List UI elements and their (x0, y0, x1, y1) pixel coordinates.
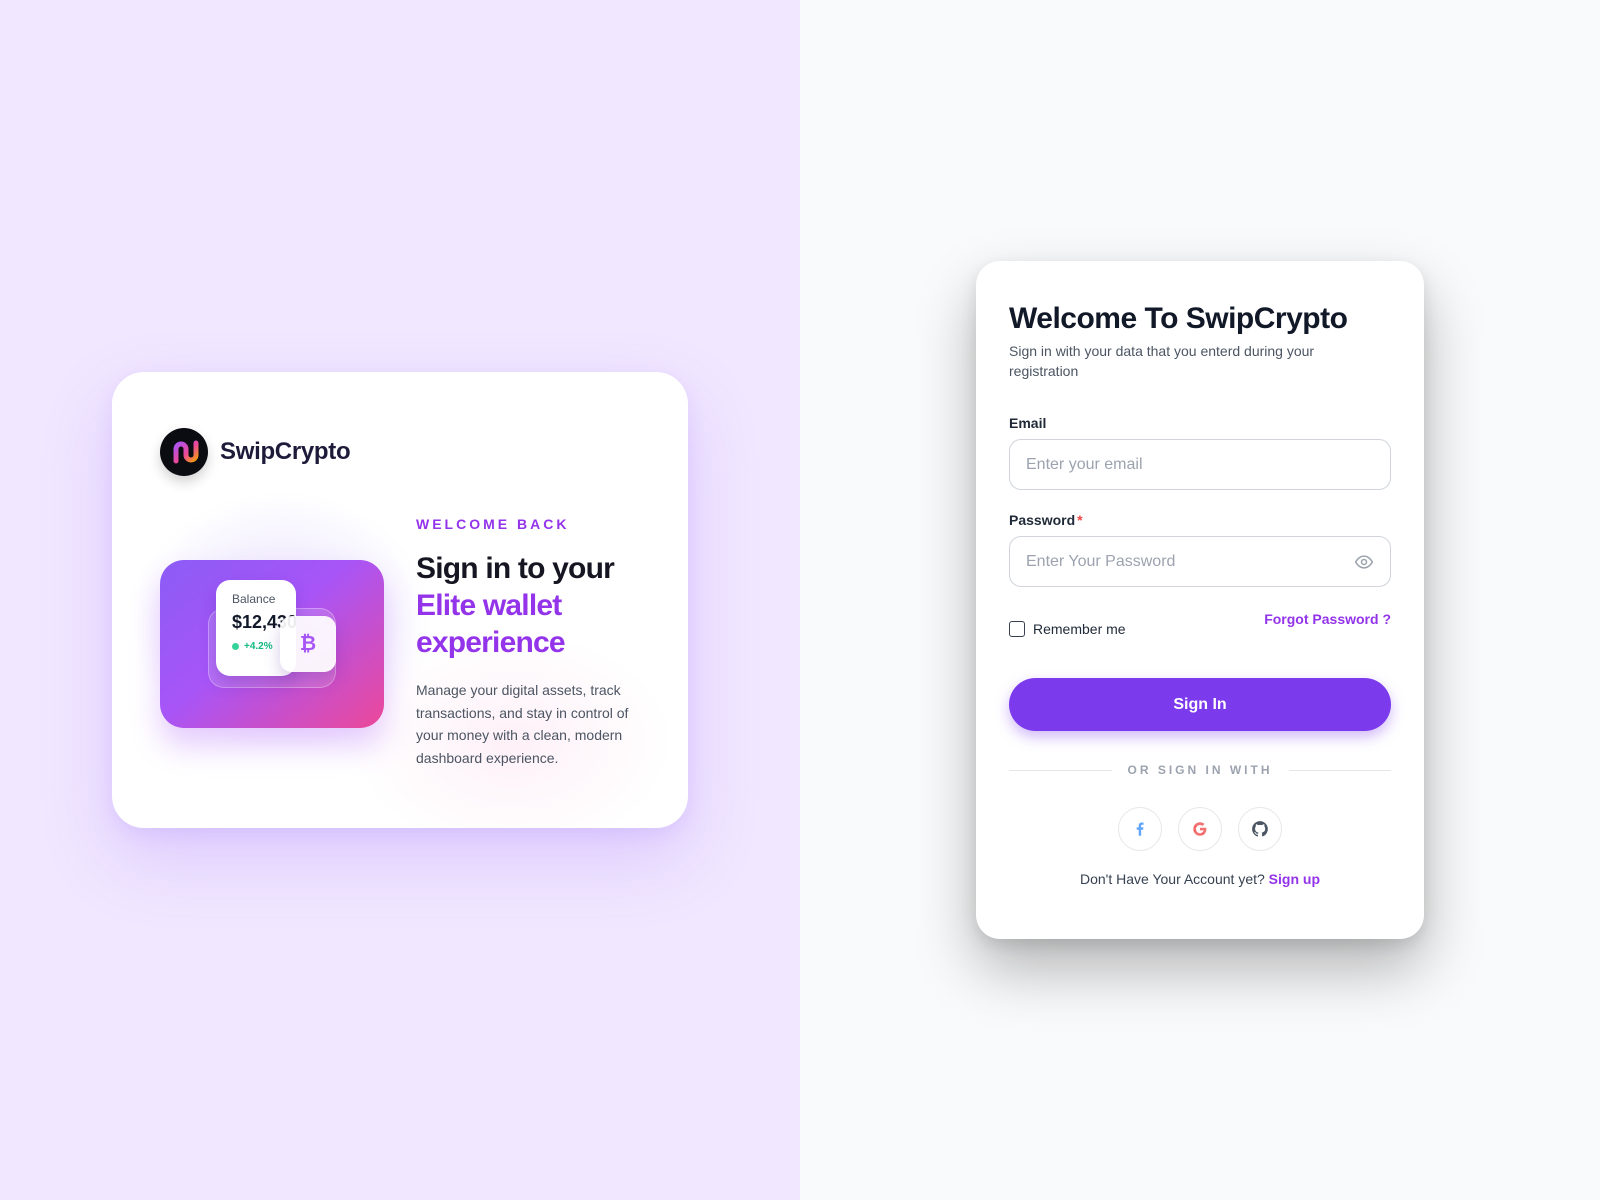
signup-prompt: Don't Have Your Account yet? (1079, 871, 1265, 887)
welcome-kicker: WELCOME BACK (416, 516, 570, 532)
password-placeholder: Enter Your Password (1026, 552, 1176, 570)
wallet-illustration: Balance $12,430 +4.2% ₿ (160, 560, 384, 728)
sign-up-link[interactable]: Sign up (1269, 871, 1320, 887)
brand: SwipCrypto (160, 428, 351, 476)
divider-line (1288, 769, 1391, 771)
facebook-icon (1136, 822, 1144, 836)
balance-change-value: +4.2% (244, 641, 273, 652)
github-button[interactable] (1238, 807, 1282, 851)
eye-icon[interactable] (1354, 552, 1374, 577)
headline-line-2: Elite wallet (416, 589, 562, 622)
remember-me[interactable]: Remember me (1009, 621, 1126, 637)
signin-options: Remember me Forgot Password ? (1009, 611, 1391, 637)
sign-in-button[interactable]: Sign In (1009, 678, 1391, 731)
forgot-password-link[interactable]: Forgot Password ? (1264, 611, 1391, 627)
password-label: Password * (1009, 512, 1391, 528)
google-button[interactable] (1178, 807, 1222, 851)
promo-description: Manage your digital assets, track transa… (416, 682, 629, 766)
email-placeholder: Enter your email (1026, 455, 1143, 473)
signup-row: Don't Have Your Account yet? Sign up (1009, 871, 1391, 887)
brand-name: SwipCrypto (220, 438, 351, 465)
divider-line (1009, 769, 1112, 771)
swipcrypto-logo-icon (160, 428, 208, 476)
github-icon (1252, 821, 1268, 837)
divider-text: OR SIGN IN WITH (1127, 763, 1273, 777)
email-label: Email (1009, 415, 1047, 431)
google-icon (1193, 822, 1207, 836)
social-divider: OR SIGN IN WITH (1009, 763, 1391, 777)
remember-label: Remember me (1033, 621, 1126, 637)
bitcoin-icon: ₿ (280, 616, 336, 672)
signin-card: Welcome To SwipCrypto Sign in with your … (976, 261, 1424, 939)
password-field[interactable]: Enter Your Password (1009, 536, 1391, 587)
remember-checkbox[interactable] (1009, 621, 1025, 637)
left-panel: SwipCrypto Balance $12,430 +4.2% ₿ WELCO… (0, 0, 800, 1200)
social-buttons (1009, 807, 1391, 851)
signin-subtitle: Sign in with your data that you enterd d… (1009, 343, 1315, 379)
email-field[interactable]: Enter your email (1009, 439, 1391, 490)
positive-dot-icon (232, 643, 239, 650)
balance-label: Balance (232, 592, 276, 606)
required-mark: * (1077, 512, 1083, 528)
promo-text: WELCOME BACK Sign in to your Elite walle… (416, 516, 648, 769)
facebook-button[interactable] (1118, 807, 1162, 851)
password-label-text: Password (1009, 512, 1076, 528)
headline-line-1: Sign in to your (416, 552, 615, 585)
promo-headline: Sign in to your Elite wallet experience (416, 550, 648, 661)
headline-line-3: experience (416, 626, 566, 659)
signin-title: Welcome To SwipCrypto (1009, 302, 1348, 335)
promo-card: SwipCrypto Balance $12,430 +4.2% ₿ WELCO… (112, 372, 688, 828)
